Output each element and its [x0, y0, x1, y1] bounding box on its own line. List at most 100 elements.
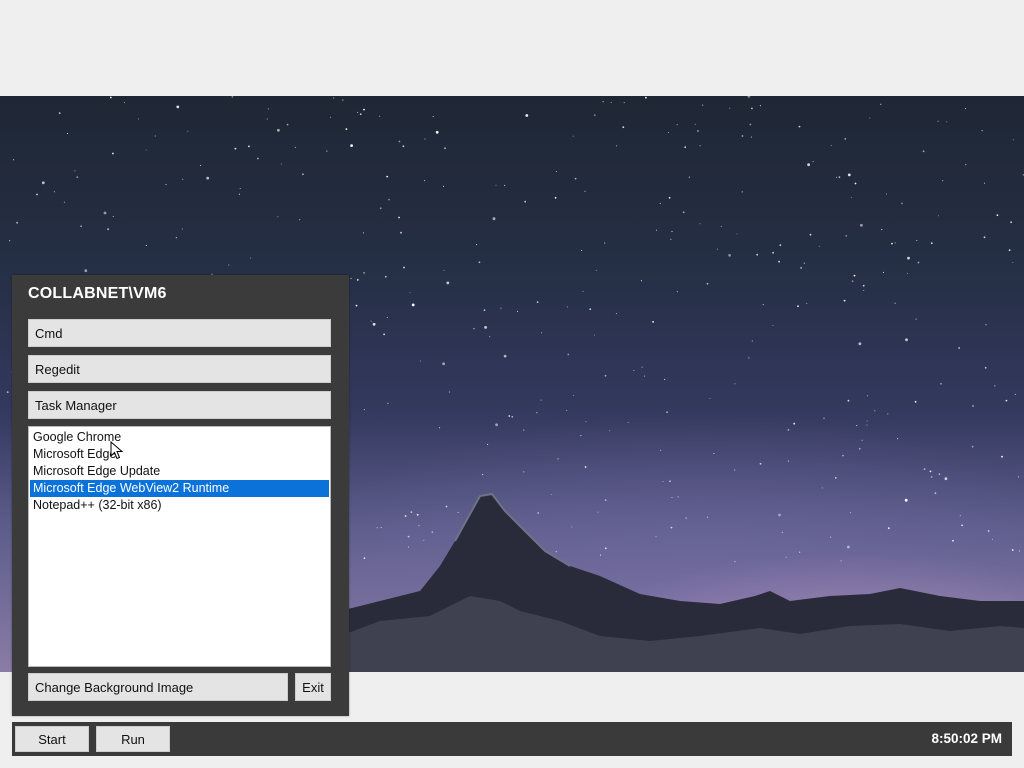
star — [885, 193, 888, 195]
star — [1014, 393, 1016, 395]
star — [238, 193, 240, 195]
change-background-button[interactable]: Change Background Image — [28, 673, 288, 701]
star — [728, 253, 731, 257]
star — [676, 124, 678, 126]
star — [677, 496, 679, 498]
star — [778, 260, 780, 263]
star — [914, 400, 917, 403]
star — [63, 201, 65, 203]
star — [137, 118, 140, 120]
star — [834, 477, 837, 479]
star — [516, 310, 519, 312]
star — [996, 214, 999, 217]
star — [800, 267, 802, 269]
star — [573, 394, 575, 396]
star — [80, 225, 82, 228]
star — [682, 211, 685, 214]
star — [734, 561, 736, 563]
star — [938, 473, 941, 475]
star — [751, 340, 753, 342]
star — [356, 279, 359, 281]
list-item-notepad-plus-plus[interactable]: Notepad++ (32-bit x86) — [30, 497, 329, 514]
star — [937, 120, 939, 122]
star — [1012, 139, 1014, 141]
star — [398, 216, 400, 219]
star — [917, 261, 920, 264]
star — [604, 547, 607, 550]
star — [670, 238, 672, 240]
star — [843, 299, 846, 302]
star — [489, 336, 491, 338]
star — [566, 306, 568, 308]
star — [228, 264, 230, 266]
task-manager-button[interactable]: Task Manager — [28, 391, 331, 419]
star — [713, 453, 715, 455]
star — [942, 180, 944, 182]
star — [386, 175, 389, 178]
star — [379, 207, 382, 210]
star — [849, 512, 851, 514]
star — [154, 135, 156, 137]
star — [716, 248, 718, 250]
star — [922, 150, 925, 153]
star — [418, 525, 420, 527]
list-item-google-chrome[interactable]: Google Chrome — [30, 429, 329, 446]
star — [442, 185, 445, 187]
list-item-microsoft-edge[interactable]: Microsoft Edge — [30, 446, 329, 463]
star — [175, 237, 177, 239]
star — [409, 291, 411, 294]
list-item-edge-webview2-runtime[interactable]: Microsoft Edge WebView2 Runtime — [30, 480, 329, 497]
star — [416, 513, 419, 516]
star — [584, 466, 587, 468]
star — [540, 399, 542, 401]
star — [866, 424, 868, 426]
star — [419, 360, 421, 362]
star — [622, 126, 625, 129]
star — [424, 180, 426, 182]
star — [847, 173, 851, 177]
star — [76, 176, 79, 178]
star — [604, 499, 607, 501]
star — [981, 130, 983, 132]
star — [176, 105, 180, 109]
star — [483, 309, 486, 311]
star — [16, 221, 18, 224]
star — [359, 113, 362, 116]
star — [615, 312, 617, 315]
star — [206, 176, 210, 180]
star — [860, 223, 863, 227]
star — [103, 211, 107, 215]
star — [342, 99, 344, 101]
cmd-button[interactable]: Cmd — [28, 319, 331, 347]
star — [842, 454, 844, 457]
star — [874, 410, 876, 412]
star — [858, 447, 861, 450]
star — [965, 164, 967, 166]
star — [901, 202, 903, 205]
start-button[interactable]: Start — [15, 726, 89, 752]
star — [881, 229, 883, 231]
star — [571, 526, 573, 528]
star — [785, 556, 787, 558]
regedit-button[interactable]: Regedit — [28, 355, 331, 383]
star — [442, 362, 445, 366]
star — [557, 458, 559, 460]
star — [330, 116, 332, 118]
star — [372, 322, 376, 326]
star — [850, 196, 852, 199]
star — [847, 545, 850, 549]
star — [823, 417, 825, 419]
star — [555, 551, 557, 553]
star — [904, 498, 908, 502]
star — [487, 443, 489, 445]
star — [709, 397, 711, 399]
installed-apps-list[interactable]: Google Chrome Microsoft Edge Microsoft E… — [28, 426, 331, 667]
star — [787, 460, 789, 462]
list-item-microsoft-edge-update[interactable]: Microsoft Edge Update — [30, 463, 329, 480]
exit-button[interactable]: Exit — [295, 673, 331, 701]
star — [582, 290, 584, 292]
run-button[interactable]: Run — [96, 726, 170, 752]
star — [1012, 261, 1014, 264]
star — [41, 181, 45, 185]
launcher-window: COLLABNET\VM6 Cmd Regedit Task Manager G… — [12, 275, 349, 716]
